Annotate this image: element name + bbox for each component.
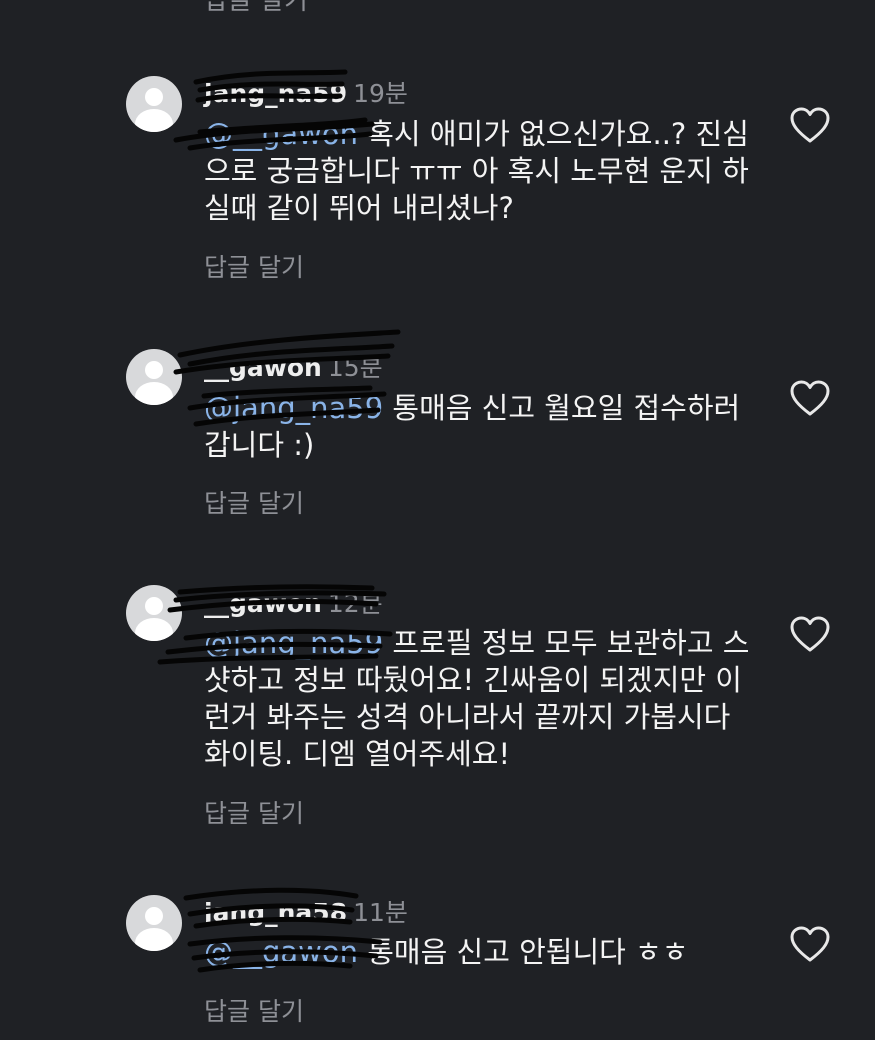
timestamp: 12분 bbox=[327, 589, 383, 618]
comment-text: @__gawon 통매음 신고 안됩니다 ㅎㅎ bbox=[204, 934, 764, 971]
avatar-icon[interactable] bbox=[126, 76, 182, 132]
timestamp: 15분 bbox=[327, 353, 383, 382]
heart-icon[interactable] bbox=[790, 926, 830, 964]
comment-text: @jang_na59 프로필 정보 모두 보관하고 스샷하고 정보 따뒀어요! … bbox=[204, 625, 764, 773]
reply-link-top[interactable]: 답글 달기 bbox=[204, 0, 308, 17]
mention-link[interactable]: @__gawon bbox=[204, 935, 358, 969]
username[interactable]: __gawon bbox=[204, 353, 322, 382]
avatar-icon[interactable] bbox=[126, 585, 182, 641]
username[interactable]: jang_na59 bbox=[204, 79, 347, 108]
mention-link[interactable]: @jang_na59 bbox=[204, 626, 383, 660]
reply-button[interactable]: 답글 달기 bbox=[204, 484, 304, 520]
timestamp: 11분 bbox=[353, 898, 408, 927]
avatar-icon[interactable] bbox=[126, 349, 182, 405]
reply-button[interactable]: 답글 달기 bbox=[204, 248, 304, 284]
comment-meta: jang_na59 19분 bbox=[204, 74, 408, 110]
heart-icon[interactable] bbox=[790, 107, 830, 145]
timestamp: 19분 bbox=[353, 79, 408, 108]
comment-text: @__gawon 혹시 애미가 없으신가요..? 진심으로 궁금합니다 ㅠㅠ 아… bbox=[204, 116, 764, 227]
username[interactable]: jang_na58 bbox=[204, 898, 347, 927]
comment-text: @jang_na59 통매음 신고 월요일 접수하러 갑니다 :) bbox=[204, 390, 764, 464]
mention-link[interactable]: @jang_na59 bbox=[204, 391, 383, 425]
comment-body: 통매음 신고 안됩니다 ㅎㅎ bbox=[367, 935, 689, 969]
comment-meta: jang_na58 11분 bbox=[204, 893, 408, 929]
reply-button[interactable]: 답글 달기 bbox=[204, 992, 304, 1028]
mention-link[interactable]: @__gawon bbox=[204, 117, 358, 151]
reply-button[interactable]: 답글 달기 bbox=[204, 794, 304, 830]
avatar-icon[interactable] bbox=[126, 895, 182, 951]
heart-icon[interactable] bbox=[790, 380, 830, 418]
comment-meta: __gawon 12분 bbox=[204, 584, 383, 620]
username[interactable]: __gawon bbox=[204, 589, 322, 618]
heart-icon[interactable] bbox=[790, 616, 830, 654]
comment-meta: __gawon 15분 bbox=[204, 348, 383, 384]
